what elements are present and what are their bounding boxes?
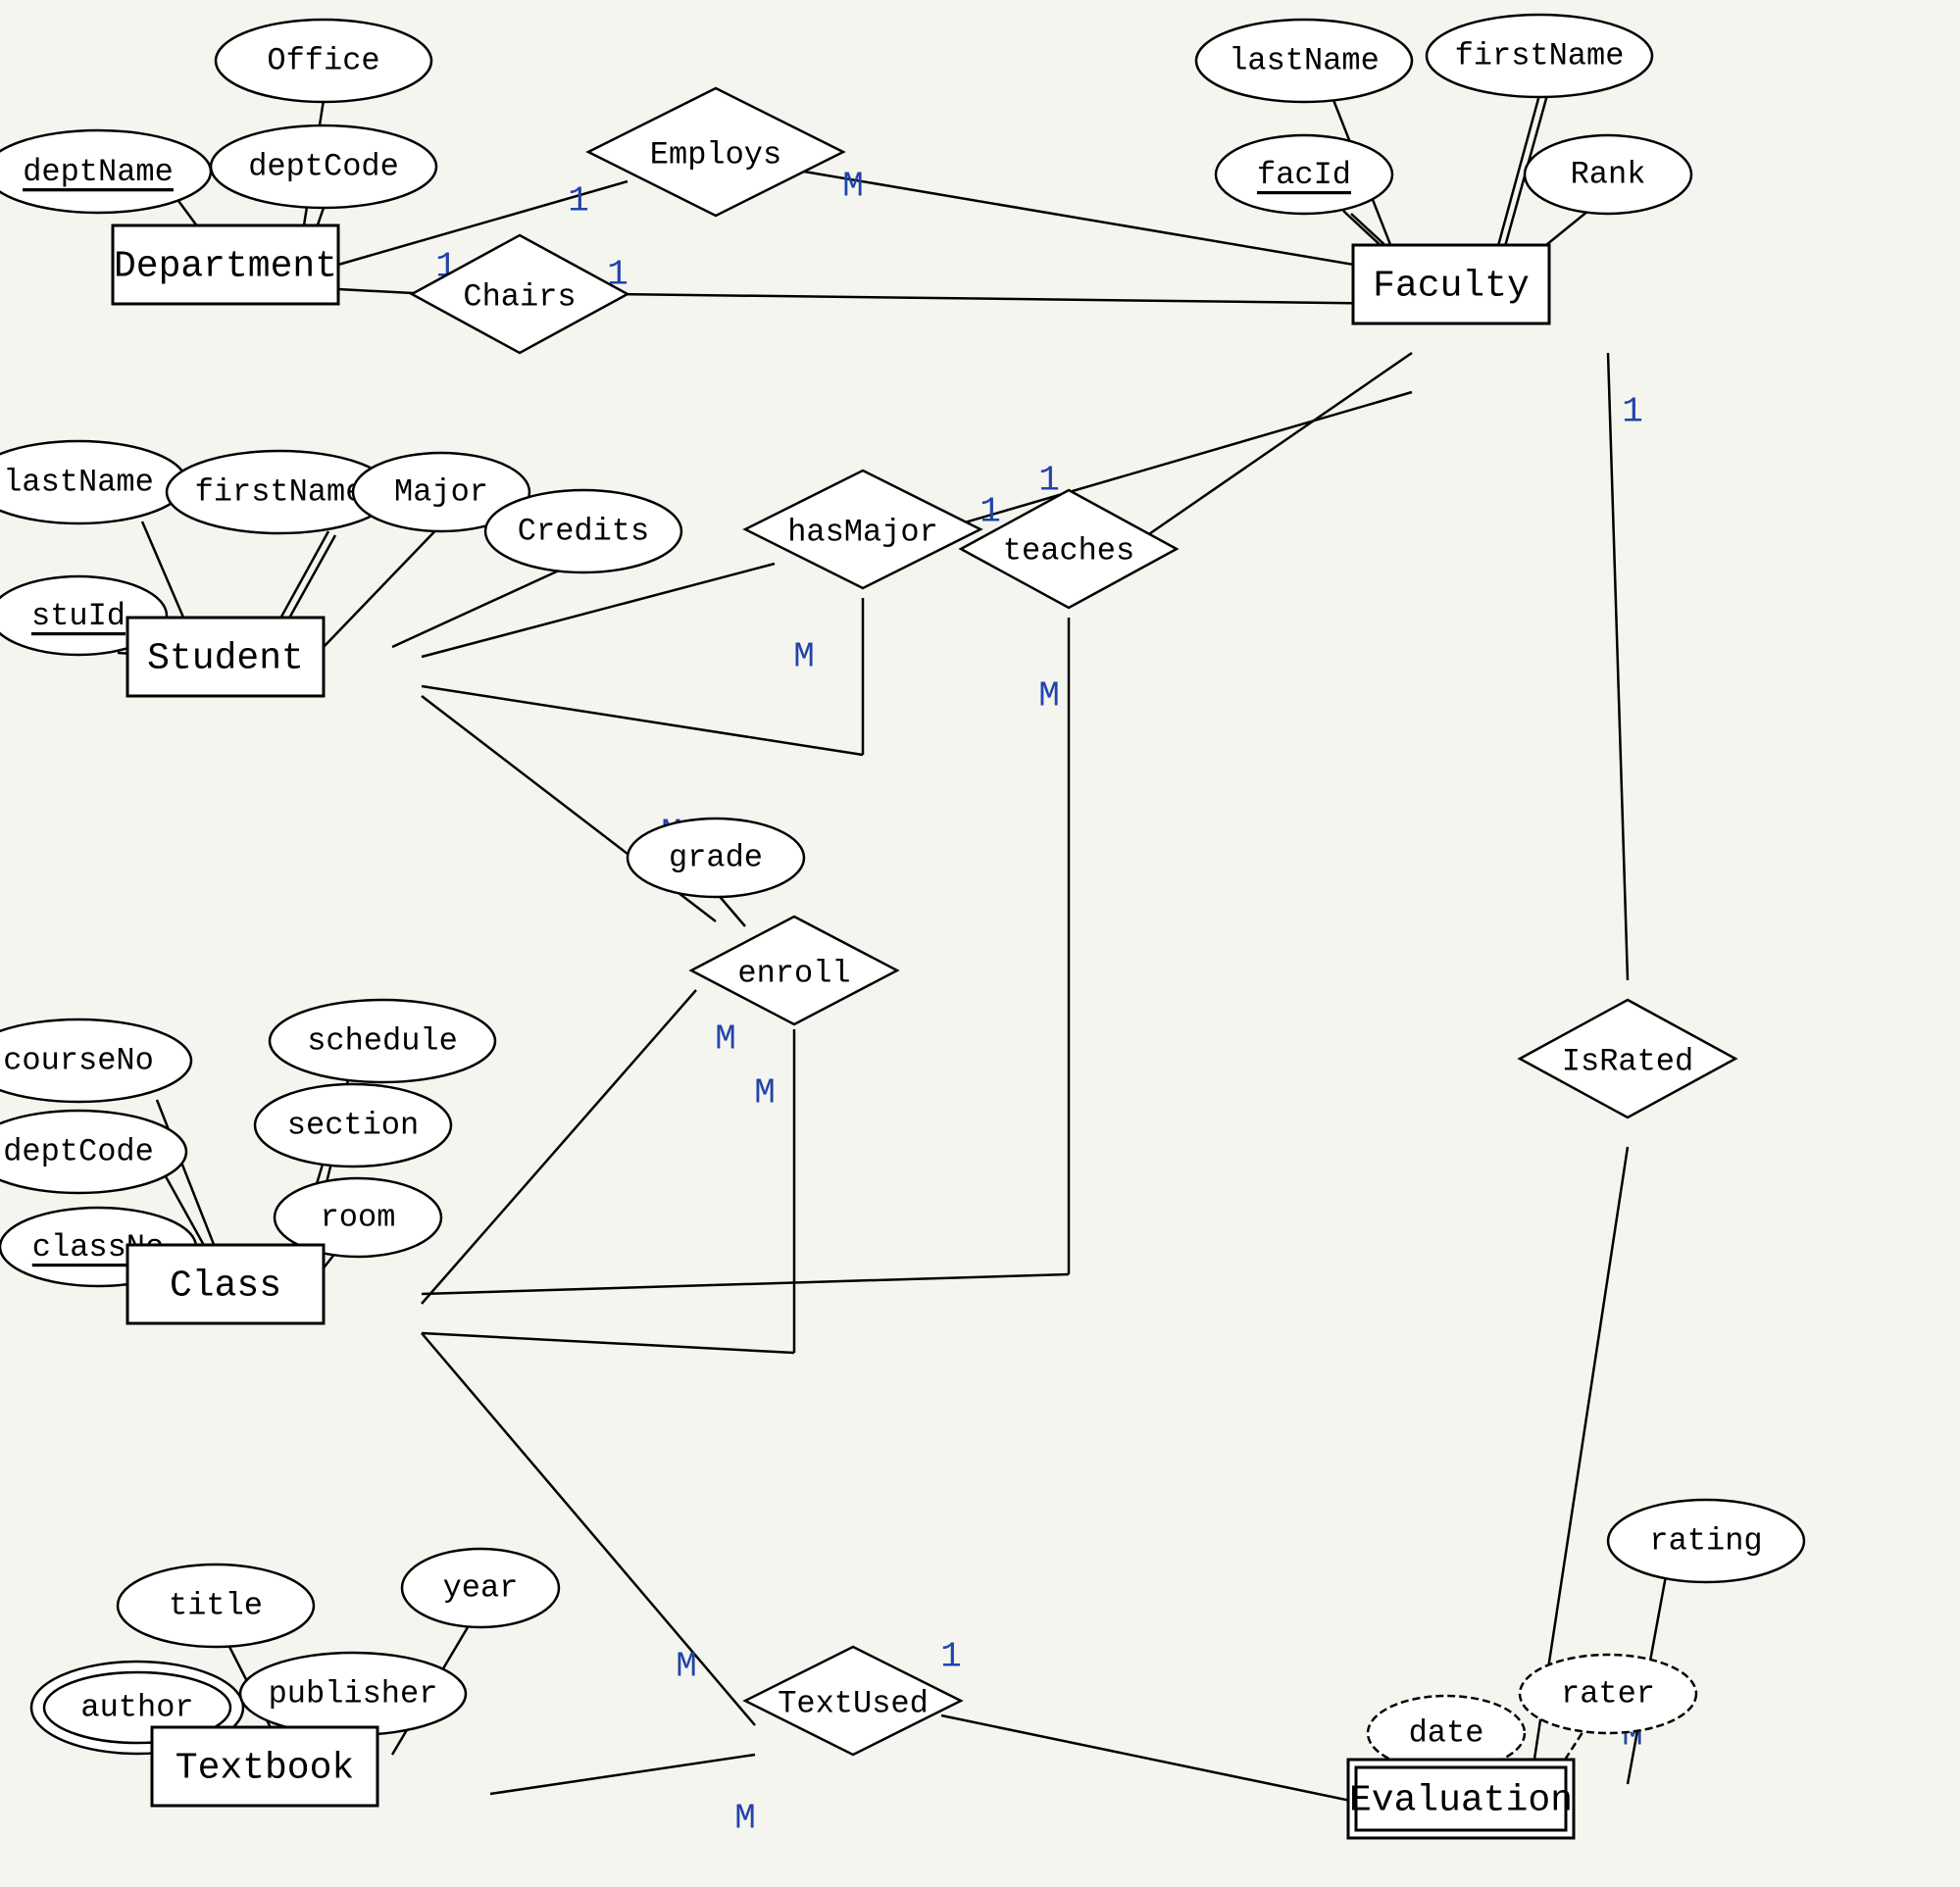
attr-author-label: author [80,1690,193,1726]
entity-textbook-label: Textbook [176,1748,354,1790]
relationship-teaches-label: teaches [1003,533,1134,570]
relationship-chairs-label: Chairs [463,279,576,316]
cardinality-enroll-m3: M [754,1073,776,1114]
cardinality-hasmajor-m: M [793,637,815,677]
cardinality-teaches-m: M [1038,676,1060,717]
attr-facid-label: facId [1257,157,1351,193]
attr-firstname-stu-label: firstName [195,474,365,511]
attr-date-label: date [1409,1715,1484,1752]
cardinality-teaches-1: 1 [1038,461,1060,501]
cardinality-textused-1: 1 [940,1637,962,1677]
entity-class-label: Class [170,1266,281,1308]
attr-major-label: Major [394,474,488,511]
attr-deptcode-cls-label: deptCode [3,1134,154,1170]
entity-department-label: Department [114,246,337,288]
cardinality-hasmajor-1: 1 [980,492,1001,532]
cardinality-textused-m2: M [734,1799,756,1839]
attr-publisher-label: publisher [269,1676,438,1713]
cardinality-employs-1: 1 [568,181,589,222]
cardinality-employs-m: M [842,167,864,207]
relationship-textused-label: TextUsed [778,1686,929,1722]
cardinality-israted-1: 1 [1622,392,1643,432]
relationship-employs-label: Employs [650,137,781,174]
entity-student-label: Student [147,638,304,680]
attr-deptcode-dept-label: deptCode [248,149,399,185]
relationship-enroll-label: enroll [737,956,850,992]
entity-faculty-label: Faculty [1373,266,1530,308]
attr-section-label: section [287,1108,419,1144]
relationship-hasmajor-label: hasMajor [787,515,938,551]
attr-title-label: title [169,1588,263,1624]
attr-lastname-stu-label: lastName [3,465,154,501]
attr-firstname-fac-label: firstName [1455,38,1625,74]
cardinality-enroll-m2: M [715,1019,736,1060]
attr-courseno-label: courseNo [3,1043,154,1079]
attr-schedule-label: schedule [307,1023,458,1060]
attr-rank-label: Rank [1571,157,1646,193]
cardinality-textused-m1: M [676,1647,697,1687]
attr-deptname-label: deptName [23,154,174,190]
attr-rater-label: rater [1561,1676,1655,1713]
attr-year-label: year [443,1570,519,1607]
attr-lastname-fac-label: lastName [1229,43,1380,79]
attr-office-label: Office [267,43,379,79]
attr-stuid-label: stuId [31,598,126,634]
attr-room-label: room [321,1200,396,1236]
attr-rating-label: rating [1649,1523,1762,1560]
attr-credits-label: Credits [518,514,649,550]
entity-evaluation-label: Evaluation [1349,1780,1573,1822]
attr-grade-label: grade [669,840,763,876]
relationship-israted-label: IsRated [1562,1044,1693,1080]
